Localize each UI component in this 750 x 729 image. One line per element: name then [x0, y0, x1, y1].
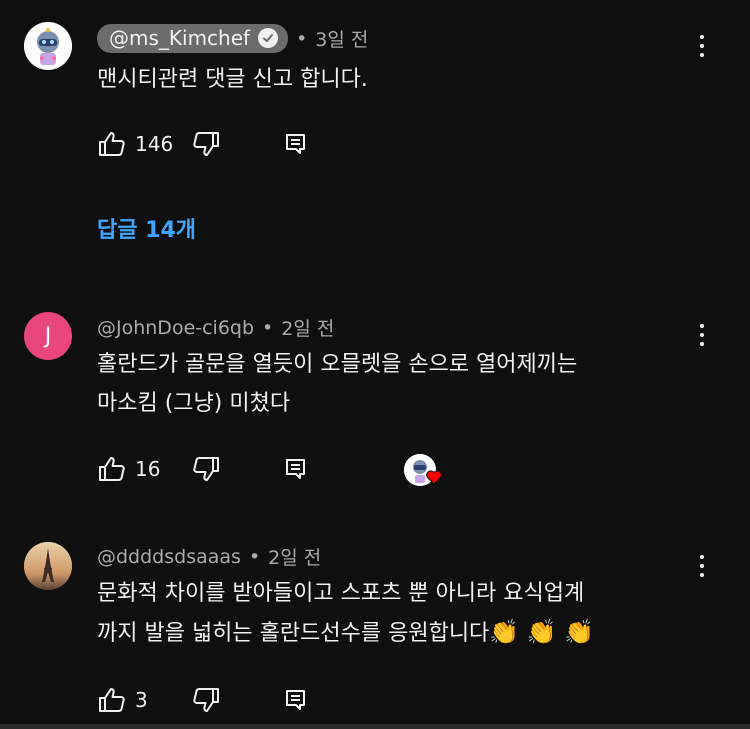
like-count: 3 — [135, 688, 148, 712]
comment-text: 홀란드가 골문을 열듯이 오믈렛을 손으로 열어제끼는 마소킴 (그냥) 미쳤다 — [97, 345, 697, 423]
dislike-icon[interactable] — [191, 454, 221, 484]
comment-time[interactable]: 2일 전 — [281, 314, 334, 341]
comment-text-line: 문화적 차이를 받아들이고 스포츠 뿐 아니라 요식업계 — [97, 581, 585, 606]
reply-icon[interactable] — [281, 685, 311, 715]
view-replies-button[interactable]: 답글 14개 — [97, 212, 196, 244]
separator-dot: • — [248, 545, 261, 568]
dislike-icon[interactable] — [191, 129, 221, 159]
like-icon[interactable] — [97, 685, 127, 715]
avatar[interactable] — [24, 542, 72, 590]
verified-icon — [258, 28, 279, 48]
robot-avatar-image — [24, 22, 72, 70]
reply-icon[interactable] — [281, 129, 311, 159]
heart-icon — [426, 470, 442, 485]
comment-text-line: 홀란드가 골문을 열듯이 오믈렛을 손으로 열어제끼는 — [97, 352, 578, 377]
comment-text-fragment: 까지 발을 넓히는 홀란드선수를 응원합니다 — [97, 621, 490, 646]
dislike-icon[interactable] — [191, 685, 221, 715]
comment-time[interactable]: 2일 전 — [268, 543, 321, 570]
like-count: 16 — [135, 457, 161, 481]
comment-text-line: 까지 발을 넓히는 홀란드선수를 응원합니다👏 👏 👏 — [97, 613, 697, 653]
more-actions-icon[interactable] — [690, 319, 714, 351]
avatar[interactable]: J — [24, 312, 72, 360]
like-count: 146 — [135, 132, 174, 156]
comment-text-line: 마소킴 (그냥) 미쳤다 — [97, 391, 291, 416]
comment-header: @ddddsdsaaas • 2일 전 — [97, 543, 321, 570]
like-icon[interactable] — [97, 129, 127, 159]
author-chip[interactable]: @ms_Kimchef — [97, 24, 289, 53]
author-name[interactable]: @JohnDoe-ci6qb — [97, 317, 254, 339]
separator-dot: • — [262, 316, 274, 339]
clapping-hands-emoji: 👏 👏 👏 — [489, 618, 595, 646]
comment-time[interactable]: 3일 전 — [315, 25, 368, 52]
like-icon[interactable] — [97, 454, 127, 484]
creator-heart-badge — [404, 454, 442, 486]
author-name[interactable]: @ddddsdsaaas — [97, 546, 241, 568]
comment-actions: 16 — [97, 454, 311, 484]
comment-actions: 3 — [97, 685, 311, 715]
comment-text: 맨시티관련 댓글 신고 합니다. — [97, 67, 368, 92]
avatar[interactable] — [24, 22, 72, 70]
author-name: @ms_Kimchef — [109, 26, 251, 50]
reply-icon[interactable] — [281, 454, 311, 484]
comment-actions: 146 — [97, 129, 311, 159]
comment-header: @JohnDoe-ci6qb • 2일 전 — [97, 314, 334, 341]
comment-header: @ms_Kimchef • 3일 전 — [97, 24, 368, 53]
more-actions-icon[interactable] — [690, 30, 714, 62]
eiffel-tower-avatar-image — [24, 542, 72, 590]
comment-text: 문화적 차이를 받아들이고 스포츠 뿐 아니라 요식업계 까지 발을 넓히는 홀… — [97, 574, 697, 653]
more-actions-icon[interactable] — [690, 550, 714, 582]
bottom-divider — [0, 724, 750, 729]
separator-dot: • — [296, 27, 308, 50]
